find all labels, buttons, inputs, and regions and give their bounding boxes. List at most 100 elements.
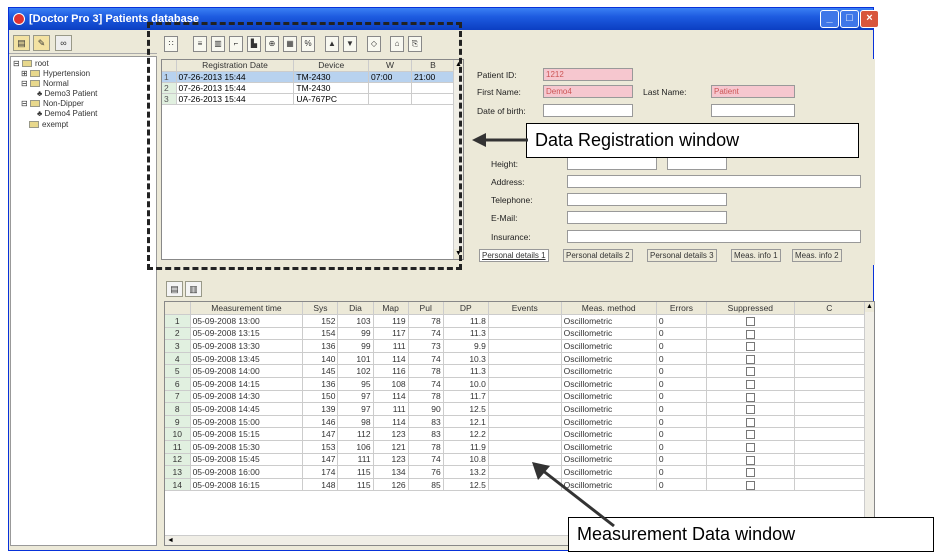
suppressed-checkbox[interactable] bbox=[745, 329, 755, 339]
first-name-field[interactable]: Demo4 bbox=[543, 85, 633, 98]
suppressed-checkbox[interactable] bbox=[745, 342, 755, 352]
tree-item-normal[interactable]: ⊟ Normal bbox=[21, 79, 69, 89]
table-row[interactable]: 4 05-09-2008 13:45 140 101 114 74 10.3 Oscillom… bbox=[165, 352, 866, 366]
address-field[interactable] bbox=[567, 175, 861, 188]
row-number: 8 bbox=[165, 402, 191, 416]
suppressed-checkbox[interactable] bbox=[745, 480, 755, 490]
col-pul[interactable]: Pul bbox=[408, 302, 444, 316]
binoculars-icon[interactable]: ∞ bbox=[55, 35, 72, 51]
tree-item-demo3[interactable]: ♣ Demo3 Patient bbox=[37, 89, 97, 99]
measurement-scrollbar[interactable]: ▲ bbox=[864, 302, 874, 545]
table-row[interactable]: 13 05-09-2008 16:00 174 115 134 76 13.2 Oscillo… bbox=[165, 465, 866, 479]
col-c[interactable]: C bbox=[794, 302, 866, 316]
col-suppressed[interactable]: Suppressed bbox=[706, 302, 795, 316]
measurement-time: 05-09-2008 14:30 bbox=[190, 390, 304, 404]
table-view-icon[interactable]: ▤ bbox=[166, 281, 183, 297]
table-row[interactable]: 2 05-09-2008 13:15 154 99 117 74 11.3 Oscillome… bbox=[165, 327, 866, 341]
suppressed-checkbox[interactable] bbox=[745, 354, 755, 364]
tree-item-exempt[interactable]: exempt bbox=[29, 120, 68, 130]
suppressed-checkbox[interactable] bbox=[745, 468, 755, 478]
tab-meas-info-1[interactable]: Meas. info 1 bbox=[731, 249, 781, 262]
tab-personal-details-3[interactable]: Personal details 3 bbox=[647, 249, 717, 262]
tree-item-demo4[interactable]: ♣ Demo4 Patient bbox=[37, 109, 97, 119]
dp-value: 12.2 bbox=[443, 427, 489, 442]
table-row[interactable]: 6 05-09-2008 14:15 136 95 108 74 10.0 Oscillome… bbox=[165, 377, 866, 391]
dia-value: 103 bbox=[337, 314, 374, 328]
col-measurement-time[interactable]: Measurement time bbox=[190, 302, 304, 316]
col-sys[interactable]: Sys bbox=[302, 302, 339, 316]
dia-value: 115 bbox=[337, 465, 374, 479]
suppressed-checkbox[interactable] bbox=[745, 367, 755, 377]
graph-view-icon[interactable]: ▥ bbox=[185, 281, 202, 297]
close-button[interactable]: × bbox=[860, 10, 879, 28]
row-number: 6 bbox=[165, 377, 191, 391]
dia-value: 99 bbox=[337, 339, 374, 353]
patient-id-field[interactable]: 1212 bbox=[543, 68, 633, 81]
folder-icon bbox=[21, 60, 32, 68]
open-folder-icon[interactable]: ▤ bbox=[13, 35, 30, 51]
edit-folder-icon[interactable]: ✎ bbox=[33, 35, 50, 51]
meas-method: Oscillometric bbox=[561, 440, 657, 454]
pul-value: 90 bbox=[408, 402, 444, 416]
suppressed-checkbox[interactable] bbox=[745, 442, 755, 452]
suppressed-checkbox[interactable] bbox=[745, 455, 755, 465]
table-row[interactable]: 12 05-09-2008 15:45 147 111 123 74 10.8 Oscillo… bbox=[165, 453, 866, 467]
suppressed-checkbox[interactable] bbox=[745, 392, 755, 402]
tab-meas-info-2[interactable]: Meas. info 2 bbox=[792, 249, 842, 262]
suppressed-checkbox[interactable] bbox=[745, 379, 755, 389]
height-field[interactable] bbox=[567, 157, 657, 170]
sex-select[interactable] bbox=[711, 104, 795, 117]
last-name-field[interactable]: Patient bbox=[711, 85, 795, 98]
events-value bbox=[488, 415, 562, 429]
col-meas-method[interactable]: Meas. method bbox=[561, 302, 657, 316]
tab-personal-details-2[interactable]: Personal details 2 bbox=[563, 249, 633, 262]
sys-value: 148 bbox=[302, 478, 339, 492]
c-cell bbox=[794, 364, 866, 379]
insurance-field[interactable] bbox=[567, 230, 861, 243]
events-value bbox=[488, 440, 562, 454]
scroll-left-icon[interactable]: ◄ bbox=[167, 537, 174, 544]
table-row[interactable]: 14 05-09-2008 16:15 148 115 126 85 12.5 Oscillo… bbox=[165, 478, 866, 492]
suppressed-cell bbox=[706, 478, 795, 492]
measurement-arrow bbox=[532, 462, 615, 528]
dob-field[interactable] bbox=[543, 104, 633, 117]
suppressed-checkbox[interactable] bbox=[745, 405, 755, 415]
telephone-field[interactable] bbox=[567, 193, 727, 206]
events-value bbox=[488, 314, 562, 328]
suppressed-checkbox[interactable] bbox=[745, 417, 755, 427]
maximize-button[interactable]: □ bbox=[840, 10, 859, 28]
table-row[interactable]: 9 05-09-2008 15:00 146 98 114 83 12.1 Oscillome… bbox=[165, 415, 866, 429]
dia-value: 97 bbox=[337, 390, 374, 404]
row-number: 5 bbox=[165, 364, 191, 379]
table-row[interactable]: 1 05-09-2008 13:00 152 103 119 78 11.8 Oscillom… bbox=[165, 314, 866, 328]
suppressed-checkbox[interactable] bbox=[745, 317, 755, 327]
weight-field[interactable] bbox=[667, 157, 727, 170]
col-dia[interactable]: Dia bbox=[337, 302, 374, 316]
table-row[interactable]: 5 05-09-2008 14:00 145 102 116 78 11.3 Oscillom… bbox=[165, 364, 866, 379]
tree-item-root[interactable]: ⊟ root bbox=[13, 59, 49, 69]
table-row[interactable]: 7 05-09-2008 14:30 150 97 114 78 11.7 Oscillome… bbox=[165, 390, 866, 404]
col-dp[interactable]: DP bbox=[443, 302, 489, 316]
col-errors[interactable]: Errors bbox=[656, 302, 707, 316]
sys-value: 136 bbox=[302, 339, 339, 353]
table-row[interactable]: 10 05-09-2008 15:15 147 112 123 83 12.2 Oscillo… bbox=[165, 427, 866, 442]
suppressed-checkbox[interactable] bbox=[745, 430, 755, 440]
suppressed-cell bbox=[706, 377, 795, 391]
col-events[interactable]: Events bbox=[488, 302, 562, 316]
map-value: 111 bbox=[373, 339, 409, 353]
details-tabs: Personal details 1 Personal details 2 Pe… bbox=[479, 249, 879, 262]
map-value: 108 bbox=[373, 377, 409, 391]
col-map[interactable]: Map bbox=[373, 302, 409, 316]
tab-personal-details-1[interactable]: Personal details 1 bbox=[479, 249, 549, 262]
suppressed-cell bbox=[706, 339, 795, 353]
scroll-up-icon[interactable]: ▲ bbox=[865, 302, 874, 312]
tree-item-hypertension[interactable]: ⊞ Hypertension bbox=[21, 69, 90, 79]
dp-value: 12.5 bbox=[443, 478, 489, 492]
minimize-button[interactable]: _ bbox=[820, 10, 839, 28]
tree-item-non-dipper[interactable]: ⊟ Non-Dipper bbox=[21, 99, 84, 109]
dia-value: 101 bbox=[337, 352, 374, 366]
email-field[interactable] bbox=[567, 211, 727, 224]
table-row[interactable]: 8 05-09-2008 14:45 139 97 111 90 12.5 Oscillome… bbox=[165, 402, 866, 416]
table-row[interactable]: 3 05-09-2008 13:30 136 99 111 73 9.9 Oscillomet… bbox=[165, 339, 866, 353]
table-row[interactable]: 11 05-09-2008 15:30 153 106 121 78 11.9 Oscillo… bbox=[165, 440, 866, 454]
